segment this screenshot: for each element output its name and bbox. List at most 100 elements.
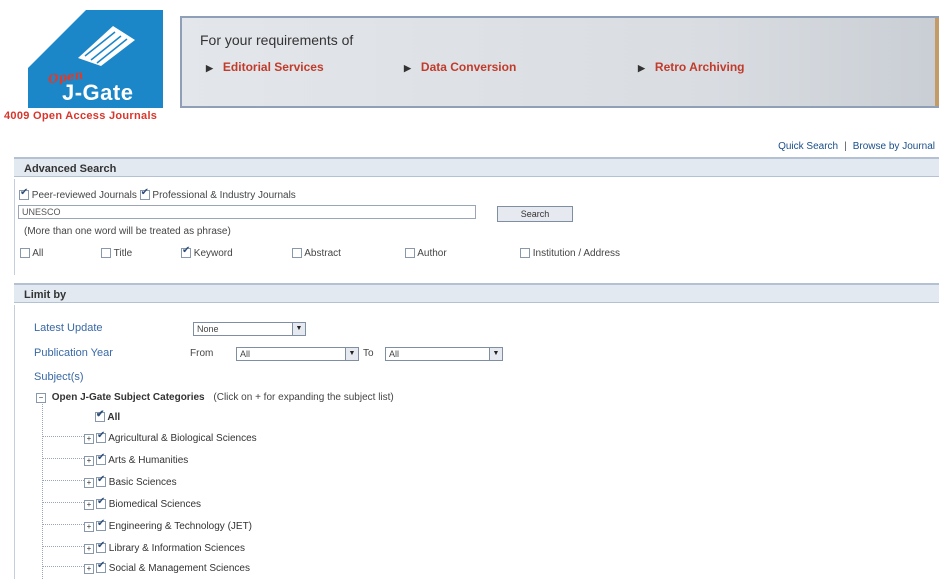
expand-icon[interactable]: + [84,434,94,444]
banner-edge-decoration [935,18,939,106]
all-checkbox[interactable] [20,248,30,258]
logo-brand-text: J-Gate [62,80,134,105]
professional-checkbox[interactable] [139,187,150,200]
tree-item[interactable]: + Library & Information Sciences [42,540,245,554]
title-checkbox[interactable] [101,248,111,258]
subject-checkbox[interactable] [96,540,106,553]
institution-checkbox[interactable] [520,248,530,258]
tree-item[interactable]: + Arts & Humanities [42,452,189,466]
field-option-all[interactable]: All [20,248,43,259]
limit-by-header: Limit by [14,283,939,303]
tree-root-hint: (Click on + for expanding the subject li… [213,392,394,403]
expand-icon[interactable]: + [84,478,94,488]
subject-label: Engineering & Technology (JET) [108,521,253,532]
field-option-title[interactable]: Title [101,248,132,259]
tree-item[interactable]: + Engineering & Technology (JET) [42,518,253,532]
quick-search-link[interactable]: Quick Search [778,141,838,152]
browse-by-journal-link[interactable]: Browse by Journal [853,141,935,152]
field-label: Institution / Address [532,248,621,259]
tree-branch-line [42,566,84,567]
collapse-icon[interactable]: − [36,393,46,403]
from-label: From [190,348,214,359]
subject-checkbox[interactable] [96,474,106,487]
tree-item[interactable]: + Biomedical Sciences [42,496,202,510]
field-option-institution[interactable]: Institution / Address [520,248,620,259]
subject-checkbox[interactable] [96,560,106,573]
to-year-value: All [389,349,400,359]
subject-label: Basic Sciences [108,477,177,488]
subject-label: Biomedical Sciences [108,499,202,510]
book-icon [78,26,135,66]
search-button[interactable]: Search [497,206,573,222]
field-option-keyword[interactable]: Keyword [181,245,233,259]
peer-reviewed-checkbox[interactable] [19,187,29,200]
all-subjects-checkbox[interactable] [95,409,105,422]
to-label: To [363,348,374,359]
phrase-hint: (More than one word will be treated as p… [24,226,231,237]
search-input[interactable] [18,205,476,219]
tree-item[interactable]: + Social & Management Sciences [42,560,250,574]
dropdown-arrow-icon[interactable]: ▼ [489,348,502,360]
subject-label: Arts & Humanities [108,455,189,466]
subject-label: Library & Information Sciences [108,543,245,554]
tree-branch-line [42,458,84,459]
subject-label: Agricultural & Biological Sciences [108,433,257,444]
banner-item-editorial[interactable]: ▶ Editorial Services [206,60,324,74]
subject-label: Social & Management Sciences [108,563,250,574]
field-option-author[interactable]: Author [405,248,447,259]
banner-item-data-conversion[interactable]: ▶ Data Conversion [404,60,516,74]
dropdown-arrow-icon[interactable]: ▼ [345,348,358,360]
tree-branch-line [42,546,84,547]
subject-checkbox[interactable] [96,430,106,443]
tree-branch-line [42,524,84,525]
journal-type-row: Peer-reviewed Journals Professional & In… [19,187,296,201]
services-banner[interactable]: For your requirements of ▶ Editorial Serv… [180,16,939,108]
tree-item[interactable]: + Basic Sciences [42,474,177,488]
tree-branch-line [42,436,84,437]
banner-item-retro-archiving[interactable]: ▶ Retro Archiving [638,60,745,74]
dropdown-arrow-icon[interactable]: ▼ [292,323,305,335]
field-label: All [32,248,44,259]
top-links: Quick Search | Browse by Journal [778,141,935,152]
expand-icon[interactable]: + [84,500,94,510]
field-label: Abstract [304,248,341,259]
tree-item-all[interactable]: All [95,409,121,423]
banner-title: For your requirements of [200,32,354,48]
expand-icon[interactable]: + [84,456,94,466]
abstract-checkbox[interactable] [292,248,302,258]
advanced-search-header: Advanced Search [14,157,939,177]
subject-tree-root[interactable]: − Open J-Gate Subject Categories (Click … [36,392,394,403]
field-label: Keyword [193,248,233,259]
field-label: Author [417,248,447,259]
publication-year-label: Publication Year [34,347,113,359]
subject-checkbox[interactable] [96,452,106,465]
field-label: Title [113,248,133,259]
latest-update-label: Latest Update [34,322,103,334]
subject-checkbox[interactable] [96,496,106,509]
tree-item[interactable]: + Agricultural & Biological Sciences [42,430,257,444]
subjects-label: Subject(s) [34,371,84,383]
keyword-checkbox[interactable] [181,245,191,258]
latest-update-select[interactable]: None ▼ [193,322,306,336]
author-checkbox[interactable] [405,248,415,258]
expand-icon[interactable]: + [84,522,94,532]
tree-all-label: All [107,412,121,423]
tagline: 4009 Open Access Journals [4,110,158,122]
tree-branch-line [42,480,84,481]
to-year-select[interactable]: All ▼ [385,347,503,361]
tree-root-label: Open J-Gate Subject Categories [51,392,205,403]
arrow-right-icon: ▶ [206,63,213,73]
open-jgate-logo[interactable]: Open J-Gate [28,10,163,108]
from-year-value: All [240,349,251,359]
link-separator: | [844,141,847,152]
from-year-select[interactable]: All ▼ [236,347,359,361]
tree-branch-line [42,502,84,503]
peer-reviewed-label: Peer-reviewed Journals [31,190,137,201]
subject-checkbox[interactable] [96,518,106,531]
arrow-right-icon: ▶ [638,63,645,73]
expand-icon[interactable]: + [84,564,94,574]
expand-icon[interactable]: + [84,544,94,554]
arrow-right-icon: ▶ [404,63,411,73]
latest-update-value: None [197,324,219,334]
field-option-abstract[interactable]: Abstract [292,248,341,259]
